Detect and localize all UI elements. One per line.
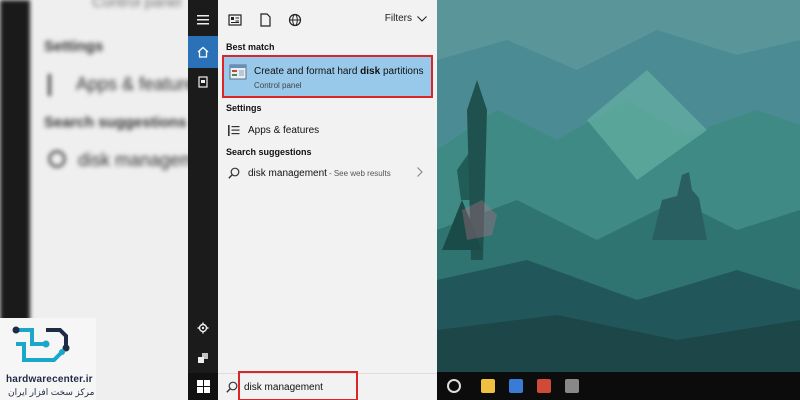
blurred-search-suggestions-text: Search suggestions xyxy=(44,114,187,131)
documents-icon xyxy=(198,76,208,88)
list-icon xyxy=(228,124,242,136)
settings-button[interactable] xyxy=(188,312,218,344)
search-panel: Filters Best match Create and format har… xyxy=(218,0,437,373)
blurred-settings-text: Settings xyxy=(44,38,104,55)
store-icon[interactable] xyxy=(537,379,551,393)
watermark-logo: hardwarecenter.ir مرکز سخت افزار ایران xyxy=(0,318,96,400)
documents-tab-icon[interactable] xyxy=(258,13,272,27)
filters-button[interactable]: Filters xyxy=(385,13,427,24)
best-match-title-bold: disk xyxy=(360,66,381,77)
web-suggestion-item[interactable]: disk management - See web results xyxy=(222,162,433,184)
blurred-search-icon xyxy=(48,150,66,168)
chevron-right-icon xyxy=(417,167,423,177)
watermark-name: hardwarecenter.ir xyxy=(6,374,93,385)
web-suggestion-hint: - See web results xyxy=(328,168,391,178)
taskbar xyxy=(437,372,800,400)
best-match-title: Create and format hard disk partitions xyxy=(254,66,424,77)
watermark-tagline: مرکز سخت افزار ایران xyxy=(8,387,95,397)
best-match-result[interactable]: Create and format hard disk partitions C… xyxy=(222,56,433,97)
search-input[interactable] xyxy=(244,378,354,396)
home-icon xyxy=(197,46,209,58)
filters-label: Filters xyxy=(384,13,412,24)
user-button[interactable] xyxy=(188,342,218,374)
web-suggestion-label: disk management xyxy=(248,167,327,179)
documents-button[interactable] xyxy=(188,66,218,98)
app-icon[interactable] xyxy=(565,379,579,393)
user-icon xyxy=(198,353,208,363)
search-tabs: Filters xyxy=(218,0,437,40)
desktop-wallpaper xyxy=(437,0,800,400)
start-button[interactable] xyxy=(188,373,218,400)
edge-icon[interactable] xyxy=(509,379,523,393)
control-panel-icon xyxy=(229,64,247,80)
landscape-image xyxy=(437,0,800,400)
circuit-logo-icon xyxy=(12,326,70,362)
search-box-icon xyxy=(226,381,238,393)
best-match-title-prefix: Create and format hard xyxy=(254,66,361,77)
taskbar-search-box[interactable] xyxy=(218,371,437,400)
web-tab-icon[interactable] xyxy=(288,13,302,27)
hamburger-button[interactable] xyxy=(188,4,218,36)
search-icon xyxy=(228,167,242,179)
apps-features-label: Apps & features xyxy=(248,124,320,136)
task-view-icon[interactable] xyxy=(447,379,461,393)
best-match-title-suffix: partitions xyxy=(380,66,424,77)
windows-icon xyxy=(196,380,210,393)
search-suggestions-heading: Search suggestions xyxy=(226,147,312,157)
blurred-control-panel-text: Control panel xyxy=(92,0,182,11)
blurred-apps-text: Apps & features xyxy=(76,74,188,94)
blurred-list-icon xyxy=(48,74,66,96)
apps-tab-icon[interactable] xyxy=(228,13,242,27)
blurred-disk-text: disk management xyxy=(78,150,188,170)
chevron-down-icon xyxy=(417,15,427,22)
settings-heading: Settings xyxy=(226,103,262,113)
start-rail xyxy=(188,0,218,400)
file-explorer-icon[interactable] xyxy=(481,379,495,393)
best-match-heading: Best match xyxy=(226,42,275,52)
hamburger-icon xyxy=(197,15,209,25)
settings-icon xyxy=(197,322,209,334)
home-button[interactable] xyxy=(188,36,218,68)
best-match-subtitle: Control panel xyxy=(254,81,302,90)
apps-features-item[interactable]: Apps & features xyxy=(222,119,433,141)
